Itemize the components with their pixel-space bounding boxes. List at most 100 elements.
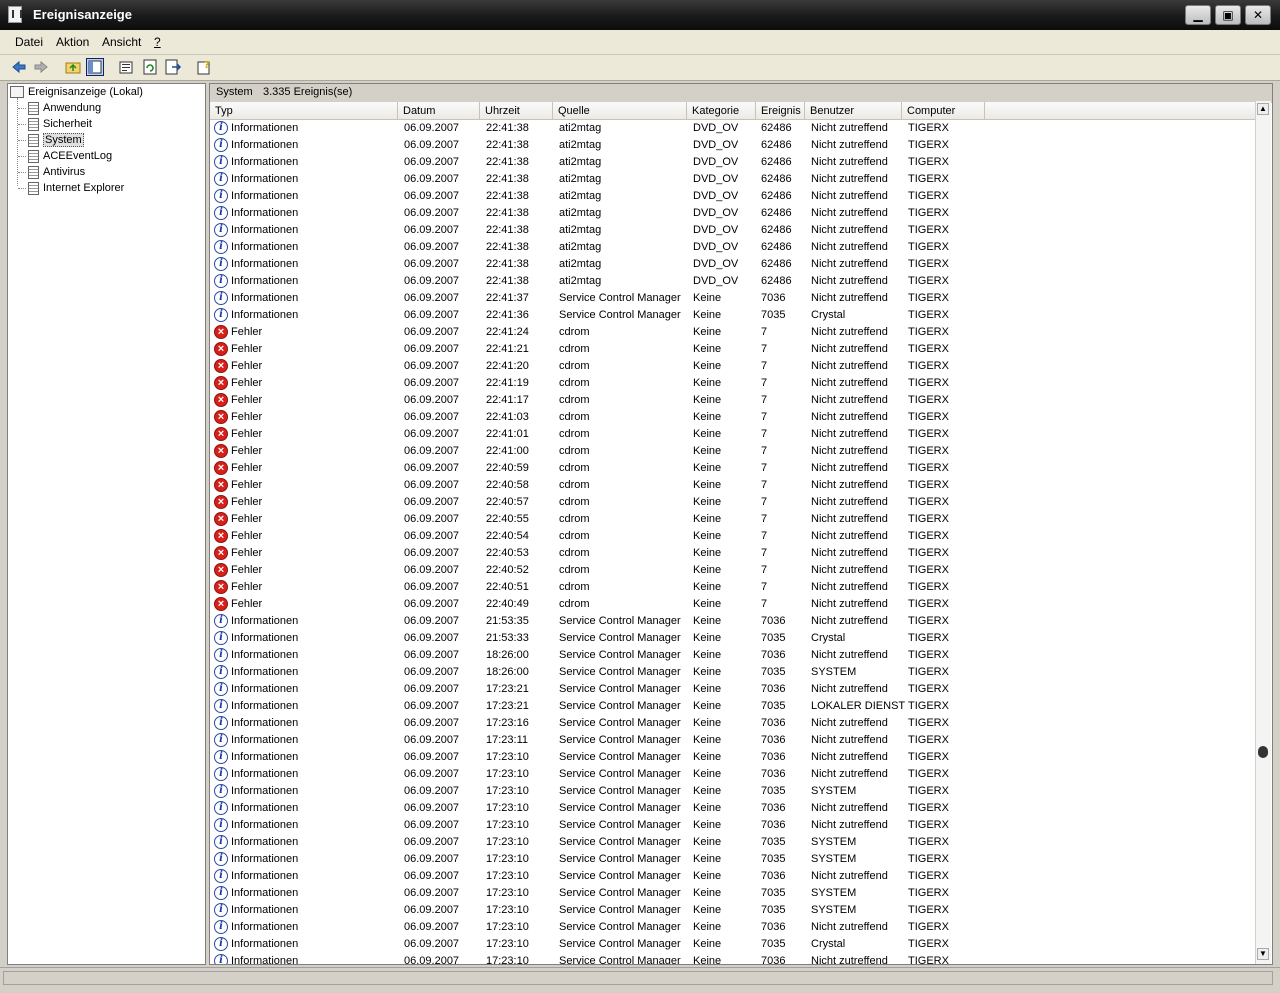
cell-typ: Informationen — [231, 666, 299, 678]
table-row[interactable]: × Fehler 06.09.2007 22:40:54 cdrom Keine 7 Nich… — [210, 528, 1255, 545]
menu-datei[interactable]: Datei — [15, 35, 43, 49]
cell-datum: 06.09.2007 — [404, 224, 460, 236]
table-row[interactable]: i Informationen 06.09.2007 17:23:11 Service … — [210, 732, 1255, 749]
tree-item-anwendung[interactable]: Anwendung — [28, 100, 101, 116]
table-row[interactable]: i Informationen 06.09.2007 17:23:10 Service … — [210, 749, 1255, 766]
table-row[interactable]: i Informationen 06.09.2007 21:53:35 Service … — [210, 613, 1255, 630]
table-row[interactable]: i Informationen 06.09.2007 17:23:10 Service … — [210, 919, 1255, 936]
menu-datei-label: Datei — [15, 35, 44, 49]
info-icon: i — [214, 937, 228, 951]
column-header-typ[interactable]: Typ — [210, 102, 398, 120]
cell-kategorie: Keine — [693, 717, 722, 729]
minimize-button[interactable]: ▁ — [1185, 5, 1211, 25]
table-row[interactable]: × Fehler 06.09.2007 22:40:57 cdrom Keine 7 Nich… — [210, 494, 1255, 511]
cell-typ: Informationen — [231, 785, 299, 797]
table-row[interactable]: i Informationen 06.09.2007 22:41:38 ati2mtag… — [210, 205, 1255, 222]
cell-uhrzeit: 22:41:21 — [486, 343, 529, 355]
table-row[interactable]: i Informationen 06.09.2007 22:41:38 ati2mtag… — [210, 256, 1255, 273]
table-row[interactable]: i Informationen 06.09.2007 22:41:38 ati2mtag… — [210, 273, 1255, 290]
table-row[interactable]: i Informationen 06.09.2007 22:41:37 Service … — [210, 290, 1255, 307]
table-row[interactable]: i Informationen 06.09.2007 17:23:10 Service … — [210, 885, 1255, 902]
show-hide-tree-icon[interactable] — [86, 58, 104, 76]
table-row[interactable]: × Fehler 06.09.2007 22:41:00 cdrom Keine 7 Nich… — [210, 443, 1255, 460]
tree-item-sicherheit[interactable]: Sicherheit — [28, 116, 92, 132]
table-row[interactable]: × Fehler 06.09.2007 22:41:17 cdrom Keine 7 Nich… — [210, 392, 1255, 409]
cell-datum: 06.09.2007 — [404, 955, 460, 965]
table-row[interactable]: i Informationen 06.09.2007 22:41:36 Service … — [210, 307, 1255, 324]
table-row[interactable]: i Informationen 06.09.2007 17:23:10 Service … — [210, 936, 1255, 953]
table-row[interactable]: i Informationen 06.09.2007 22:41:38 ati2mtag… — [210, 239, 1255, 256]
cell-kategorie: Keine — [693, 343, 722, 355]
table-row[interactable]: × Fehler 06.09.2007 22:41:20 cdrom Keine 7 Nich… — [210, 358, 1255, 375]
close-button[interactable]: ✕ — [1245, 5, 1271, 25]
maximize-button[interactable]: ▣ — [1215, 5, 1241, 25]
menu-help[interactable]: ? — [154, 35, 161, 49]
table-row[interactable]: i Informationen 06.09.2007 17:23:10 Service … — [210, 817, 1255, 834]
help-icon[interactable]: ? — [195, 58, 213, 76]
menu-ansicht[interactable]: Ansicht — [102, 35, 141, 49]
table-row[interactable]: i Informationen 06.09.2007 17:23:16 Service … — [210, 715, 1255, 732]
table-row[interactable]: × Fehler 06.09.2007 22:41:03 cdrom Keine 7 Nich… — [210, 409, 1255, 426]
vertical-scrollbar[interactable]: ▲ ▼ — [1255, 101, 1271, 964]
export-list-icon[interactable] — [164, 58, 182, 76]
table-row[interactable]: × Fehler 06.09.2007 22:41:21 cdrom Keine 7 Nich… — [210, 341, 1255, 358]
table-row[interactable]: × Fehler 06.09.2007 22:40:58 cdrom Keine 7 Nich… — [210, 477, 1255, 494]
scroll-up-icon[interactable]: ▲ — [1257, 103, 1269, 115]
refresh-icon[interactable] — [141, 58, 159, 76]
table-row[interactable]: i Informationen 06.09.2007 17:23:10 Service … — [210, 851, 1255, 868]
column-header-benutzer[interactable]: Benutzer — [805, 102, 902, 120]
table-row[interactable]: i Informationen 06.09.2007 17:23:10 Service … — [210, 902, 1255, 919]
table-row[interactable]: × Fehler 06.09.2007 22:40:51 cdrom Keine 7 Nich… — [210, 579, 1255, 596]
scrollbar-thumb[interactable] — [1258, 746, 1268, 758]
tree-item-antivirus[interactable]: Antivirus — [28, 164, 85, 180]
menu-aktion[interactable]: Aktion — [56, 35, 89, 49]
table-row[interactable]: i Informationen 06.09.2007 22:41:38 ati2mtag… — [210, 171, 1255, 188]
column-header-ereignis[interactable]: Ereignis — [756, 102, 805, 120]
table-row[interactable]: i Informationen 06.09.2007 17:23:21 Service … — [210, 681, 1255, 698]
column-header-computer[interactable]: Computer — [902, 102, 985, 120]
table-row[interactable]: i Informationen 06.09.2007 22:41:38 ati2mtag… — [210, 188, 1255, 205]
back-arrow-icon[interactable] — [10, 58, 28, 76]
table-row[interactable]: i Informationen 06.09.2007 17:23:10 Service … — [210, 868, 1255, 885]
cell-benutzer: LOKALER DIENST — [811, 700, 906, 712]
tree-item-system[interactable]: System — [28, 132, 84, 148]
tree-root[interactable]: Ereignisanzeige (Lokal) — [10, 84, 143, 100]
table-row[interactable]: i Informationen 06.09.2007 17:23:21 Service … — [210, 698, 1255, 715]
table-row[interactable]: i Informationen 06.09.2007 21:53:33 Service … — [210, 630, 1255, 647]
table-row[interactable]: i Informationen 06.09.2007 18:26:00 Service … — [210, 647, 1255, 664]
properties-icon[interactable] — [117, 58, 135, 76]
table-row[interactable]: i Informationen 06.09.2007 17:23:10 Service … — [210, 783, 1255, 800]
event-viewer-app-icon[interactable] — [8, 6, 22, 23]
tree-item-internet-explorer[interactable]: Internet Explorer — [28, 180, 124, 196]
column-header-quelle[interactable]: Quelle — [553, 102, 687, 120]
table-row[interactable]: × Fehler 06.09.2007 22:40:53 cdrom Keine 7 Nich… — [210, 545, 1255, 562]
table-row[interactable]: i Informationen 06.09.2007 17:23:10 Service … — [210, 800, 1255, 817]
cell-ereignis: 7 — [761, 326, 768, 338]
table-row[interactable]: i Informationen 06.09.2007 22:41:38 ati2mtag… — [210, 154, 1255, 171]
table-row[interactable]: × Fehler 06.09.2007 22:40:55 cdrom Keine 7 Nich… — [210, 511, 1255, 528]
scroll-down-icon[interactable]: ▼ — [1257, 948, 1269, 960]
title-bar[interactable]: Ereignisanzeige ▁ ▣ ✕ — [0, 0, 1280, 30]
table-row[interactable]: i Informationen 06.09.2007 22:41:38 ati2mtag… — [210, 222, 1255, 239]
table-row[interactable]: × Fehler 06.09.2007 22:40:49 cdrom Keine 7 Nich… — [210, 596, 1255, 613]
cell-ereignis: 7036 — [761, 819, 786, 831]
table-row[interactable]: i Informationen 06.09.2007 17:23:10 Service … — [210, 766, 1255, 783]
cell-datum: 06.09.2007 — [404, 666, 460, 678]
cell-datum: 06.09.2007 — [404, 836, 460, 848]
table-row[interactable]: × Fehler 06.09.2007 22:40:52 cdrom Keine 7 Nich… — [210, 562, 1255, 579]
table-row[interactable]: i Informationen 06.09.2007 22:41:38 ati2mtag… — [210, 120, 1255, 137]
forward-arrow-icon[interactable] — [32, 58, 50, 76]
up-folder-icon[interactable] — [64, 58, 82, 76]
table-row[interactable]: × Fehler 06.09.2007 22:41:19 cdrom Keine 7 Nich… — [210, 375, 1255, 392]
table-row[interactable]: × Fehler 06.09.2007 22:40:59 cdrom Keine 7 Nich… — [210, 460, 1255, 477]
table-row[interactable]: × Fehler 06.09.2007 22:41:24 cdrom Keine 7 Nich… — [210, 324, 1255, 341]
column-header-uhrzeit[interactable]: Uhrzeit — [480, 102, 553, 120]
table-row[interactable]: i Informationen 06.09.2007 17:23:10 Service … — [210, 834, 1255, 851]
table-row[interactable]: i Informationen 06.09.2007 18:26:00 Service … — [210, 664, 1255, 681]
column-header-kategorie[interactable]: Kategorie — [687, 102, 756, 120]
table-row[interactable]: i Informationen 06.09.2007 17:23:10 Service … — [210, 953, 1255, 965]
table-row[interactable]: × Fehler 06.09.2007 22:41:01 cdrom Keine 7 Nich… — [210, 426, 1255, 443]
table-row[interactable]: i Informationen 06.09.2007 22:41:38 ati2mtag… — [210, 137, 1255, 154]
tree-item-aceeventlog[interactable]: ACEEventLog — [28, 148, 112, 164]
column-header-datum[interactable]: Datum — [398, 102, 480, 120]
